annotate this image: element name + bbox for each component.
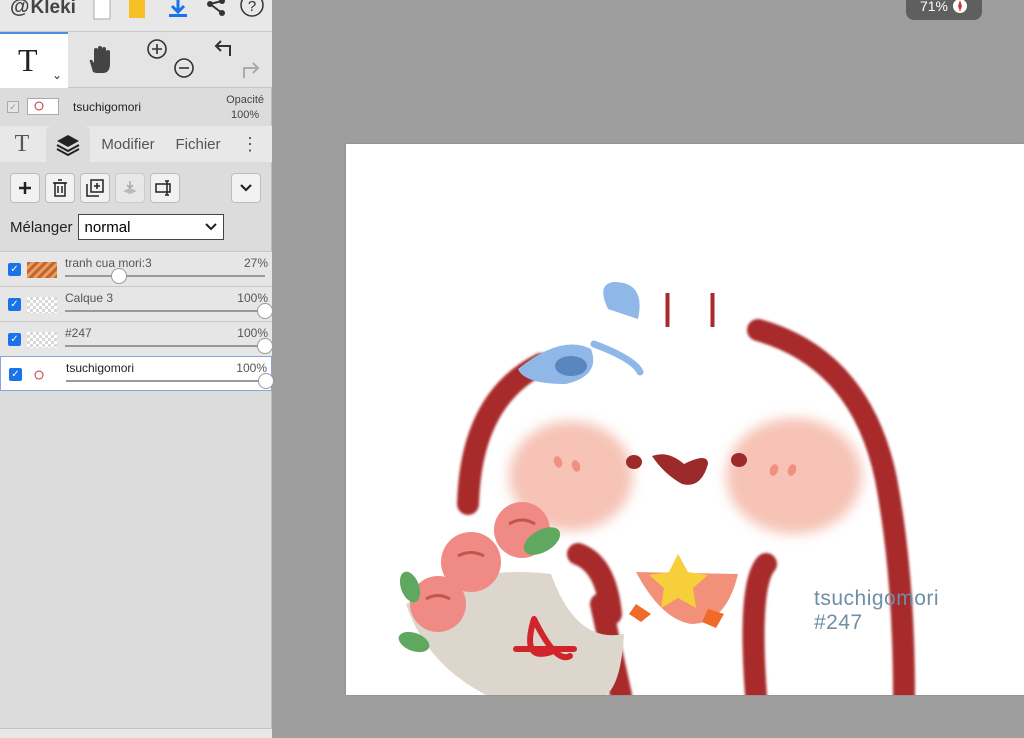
hand-tool-button[interactable] (84, 44, 116, 81)
undo-redo-icons (214, 40, 260, 78)
chevron-down-icon (204, 223, 217, 231)
layer-buttons (0, 170, 272, 206)
zoom-out-icon (174, 58, 194, 78)
undo-icon (214, 40, 231, 56)
kleki-logo-icon: @ (10, 0, 30, 18)
layer-thumbnail (27, 262, 57, 278)
layer-opacity-slider[interactable] (66, 373, 274, 389)
slider-knob[interactable] (257, 338, 273, 354)
opacity-display[interactable]: Opacité 100% (226, 93, 264, 123)
text-tool-icon: T (14, 130, 30, 157)
blend-mode-value: normal (84, 218, 131, 236)
duplicate-layer-button[interactable] (80, 173, 110, 203)
rename-layer-button[interactable] (150, 173, 180, 203)
new-image-button[interactable] (88, 0, 116, 22)
app-logo[interactable]: @ Kleki (10, 0, 76, 19)
bottom-bar (0, 728, 272, 738)
redo-icon (243, 62, 260, 78)
zoom-controls (146, 38, 198, 87)
blend-label: Mélanger (10, 218, 73, 236)
layer-thumbnail (27, 98, 59, 115)
current-layer-name: tsuchigomori (73, 100, 142, 114)
share-button[interactable] (202, 0, 230, 22)
compass-icon (953, 0, 968, 13)
signature-line-1: tsuchigomori (814, 587, 940, 610)
layer-name: #247 (65, 326, 92, 340)
layer-thumbnail (27, 332, 57, 348)
trash-icon (53, 179, 67, 197)
layer-visibility-checkbox[interactable]: ✓ (8, 333, 21, 346)
layer-item[interactable]: ✓ tranh cua mori:3 27% (0, 251, 272, 286)
layer-opacity: 27% (243, 256, 268, 270)
help-icon: ? (240, 0, 264, 17)
tab-fichier[interactable]: Fichier (168, 126, 228, 162)
slider-knob[interactable] (258, 373, 274, 389)
current-layer-info: ✓ tsuchigomori Opacité 100% (0, 88, 272, 126)
opacity-label: Opacité (226, 94, 264, 106)
help-button[interactable]: ? (238, 0, 266, 22)
add-layer-button[interactable] (10, 173, 40, 203)
share-icon (207, 0, 225, 16)
rename-icon (155, 180, 171, 196)
layers-icon (56, 135, 80, 156)
drawing-canvas[interactable]: tsuchigomori #247 (346, 144, 1024, 695)
signature-text: tsuchigomori #247 (814, 587, 939, 635)
tab-tool-settings[interactable]: T (0, 126, 44, 162)
panel-tabs: T Modifier Fichier ⋮ (0, 126, 272, 162)
opacity-value: 100% (230, 109, 260, 121)
more-vertical-icon: ⋮ (241, 133, 259, 154)
bow-top (603, 282, 640, 319)
layer-visibility-checkbox[interactable]: ✓ (7, 101, 19, 113)
layer-options-toggle[interactable] (231, 173, 261, 203)
tool-row: T ⌄ (0, 32, 272, 88)
layer-visibility-checkbox[interactable]: ✓ (8, 298, 21, 311)
layer-item[interactable]: ✓ #247 100% (0, 321, 273, 356)
layer-name: tranh cua mori:3 (65, 256, 152, 270)
layer-thumbnail (27, 297, 57, 313)
slider-knob[interactable] (111, 268, 127, 284)
layer-opacity-slider[interactable] (65, 338, 273, 354)
merge-down-icon (123, 181, 137, 194)
layer-name: tsuchigomori (66, 361, 135, 375)
layer-visibility-checkbox[interactable]: ✓ (8, 263, 21, 276)
right-cheek (726, 418, 862, 534)
tab-layers[interactable] (46, 126, 90, 162)
zoom-level: 71% (919, 0, 949, 14)
svg-text:?: ? (248, 0, 256, 15)
new-file-icon (93, 0, 111, 20)
layer-name: Calque 3 (65, 291, 114, 305)
hand-icon (89, 46, 110, 73)
slider-knob[interactable] (257, 303, 273, 319)
blend-mode-row: Mélanger normal (10, 214, 224, 240)
layer-item[interactable]: ✓ Calque 3 100% (0, 286, 273, 321)
merge-layer-button[interactable] (115, 173, 145, 203)
layer-visibility-checkbox[interactable]: ✓ (9, 368, 22, 381)
text-tool-button[interactable]: T ⌄ (0, 32, 68, 88)
text-tool-icon: T (18, 42, 38, 78)
download-icon (169, 0, 187, 17)
zoom-icons (147, 39, 194, 78)
zoom-badge[interactable]: 71% (906, 0, 982, 20)
layer-opacity-slider[interactable] (65, 303, 273, 319)
chevron-down-icon (240, 184, 252, 192)
app-name: Kleki (30, 0, 76, 18)
chevron-down-icon[interactable]: ⌄ (52, 68, 62, 82)
save-button[interactable] (164, 0, 192, 22)
blend-mode-select[interactable]: normal (77, 214, 224, 240)
duplicate-icon (86, 179, 104, 197)
undo-redo-controls (212, 38, 264, 87)
signature-line-2: #247 (814, 611, 863, 634)
more-menu-button[interactable]: ⋮ (236, 126, 264, 162)
delete-layer-button[interactable] (45, 173, 75, 203)
plus-icon (19, 182, 31, 194)
layer-thumbnail (28, 367, 58, 383)
layer-item-active[interactable]: ✓ tsuchigomori 100% (0, 356, 274, 391)
open-file-button[interactable] (124, 0, 152, 22)
layer-opacity-slider[interactable] (65, 268, 265, 284)
top-bar: @ Kleki ? (0, 0, 272, 32)
left-panel: @ Kleki ? T ⌄ ✓ tsuchigomori Opacité 100… (0, 0, 274, 738)
folder-icon (129, 0, 145, 18)
zoom-in-icon (147, 39, 167, 59)
tab-modifier[interactable]: Modifier (94, 126, 162, 162)
